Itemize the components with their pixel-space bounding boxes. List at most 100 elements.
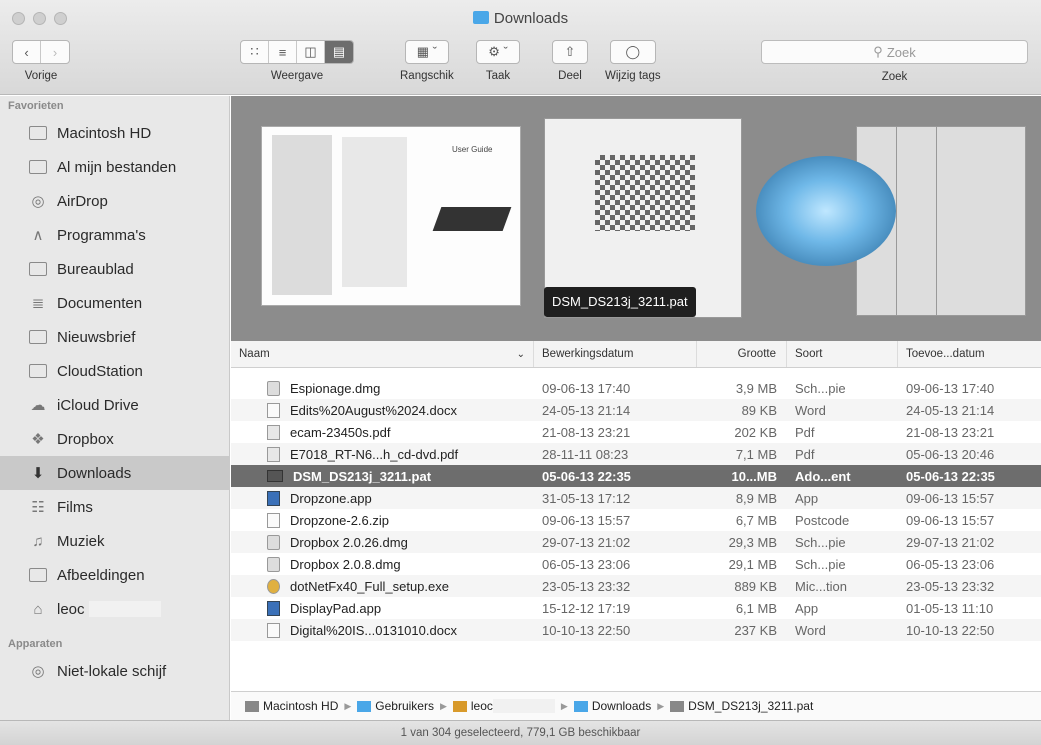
sidebar-item-leoc[interactable]: ⌂ leoc (0, 592, 229, 626)
table-row[interactable]: Dropzone-2.6.zip 09-06-13 15:57 6,7 MB Post… (231, 509, 1041, 531)
list-view-button[interactable]: ≡ (269, 41, 297, 63)
modified-date: 09-06-13 15:57 (542, 512, 631, 528)
table-row[interactable]: E7018_RT-N6...h_cd-dvd.pdf 28-11-11 08:23… (231, 443, 1041, 465)
sidebar-item-label: Dropbox (57, 430, 114, 448)
sidebar-item-icloud-drive[interactable]: ☁ iCloud Drive (0, 388, 229, 422)
sidebar-item-al-mijn-bestanden[interactable]: Al mijn bestanden (0, 150, 229, 184)
file-size: 10...MB (731, 468, 777, 484)
sidebar-item-label: Programma's (57, 226, 146, 244)
path-item[interactable]: Downloads (592, 699, 651, 713)
sidebar-item-label: Macintosh HD (57, 124, 152, 142)
file-size: 7,1 MB (735, 446, 777, 462)
desktop-icon (27, 260, 49, 278)
sidebar-item-niet-lokale-schijf[interactable]: ◎ Niet-lokale schijf (0, 654, 229, 688)
file-kind: Pdf (795, 424, 815, 440)
coverflow-item-user-guide[interactable]: User Guide (261, 126, 521, 306)
sidebar-item-label: Bureaublad (57, 260, 134, 278)
hard-drive-icon (245, 700, 259, 712)
modified-date: 31-05-13 17:12 (542, 490, 631, 506)
path-item[interactable]: DSM_DS213j_3211.pat (688, 699, 813, 713)
pdf-file-icon (267, 424, 280, 440)
sidebar-item-label: Niet-lokale schijf (57, 662, 167, 680)
sidebar-item-label: leoc (57, 600, 85, 618)
file-size: 6,1 MB (735, 600, 777, 616)
path-item[interactable]: Macintosh HD (263, 699, 338, 713)
column-header-date[interactable]: Bewerkingsdatum (534, 341, 697, 367)
added-date: 06-05-13 23:06 (906, 556, 995, 572)
sidebar-item-muziek[interactable]: ♫ Muziek (0, 524, 229, 558)
file-kind: Sch...pie (795, 534, 846, 550)
table-row[interactable]: DSM_DS213j_3211.pat 05-06-13 22:35 10...MB… (231, 465, 1041, 487)
sidebar-item-nieuwsbrief[interactable]: Nieuwsbrief (0, 320, 229, 354)
table-row[interactable]: dotNetFx40_Full_setup.exe 23-05-13 23:32 8… (231, 575, 1041, 597)
sidebar-item-dropbox[interactable]: ❖ Dropbox (0, 422, 229, 456)
app-file-icon (267, 490, 280, 506)
doc-file-icon (267, 622, 280, 638)
tags-button[interactable]: ◯ (611, 41, 655, 63)
file-size: 8,9 MB (735, 490, 777, 506)
column-header-kind[interactable]: Soort (787, 341, 898, 367)
table-row[interactable]: Dropzone.app 31-05-13 17:12 8,9 MB App 09-06… (231, 487, 1041, 509)
back-button[interactable]: ‹ (13, 41, 41, 63)
added-date: 09-06-13 15:57 (906, 512, 995, 528)
sidebar-item-films[interactable]: ☷ Films (0, 490, 229, 524)
table-row[interactable] (231, 368, 1041, 377)
modified-date: 28-11-11 08:23 (542, 446, 629, 462)
table-row[interactable] (231, 641, 1041, 650)
table-row[interactable]: Dropbox 2.0.8.dmg 06-05-13 23:06 29,1 MB Sc… (231, 553, 1041, 575)
gear-icon: ⚙ ˇ (488, 44, 508, 59)
sidebar-item-cloudstation[interactable]: CloudStation (0, 354, 229, 388)
sidebar-item-programma-s[interactable]: ∧ Programma's (0, 218, 229, 252)
file-kind: Word (795, 622, 826, 638)
modified-date: 10-10-13 22:50 (542, 622, 631, 638)
added-date: 01-05-13 11:10 (906, 600, 994, 616)
sidebar-item-downloads[interactable]: ⬇ Downloads (0, 456, 229, 490)
coverflow-view-button[interactable]: ▤ (325, 41, 353, 63)
sidebar-item-label: AirDrop (57, 192, 108, 210)
column-view-button[interactable]: ◫ (297, 41, 325, 63)
column-header-size[interactable]: Grootte (697, 341, 787, 367)
search-label: Zoek (881, 71, 908, 83)
path-item[interactable]: Gebruikers (375, 699, 434, 713)
chevron-right-icon: › (52, 44, 58, 60)
forward-button[interactable]: › (41, 41, 69, 63)
file-kind: Sch...pie (795, 556, 846, 572)
column-header-name[interactable]: Naam ⌄ (231, 341, 534, 367)
sidebar-item-macintosh-hd[interactable]: Macintosh HD (0, 116, 229, 150)
share-group: ⇧ Deel (552, 40, 588, 82)
share-button[interactable]: ⇧ (553, 41, 587, 63)
table-row[interactable]: Dropbox 2.0.26.dmg 29-07-13 21:02 29,3 MB S… (231, 531, 1041, 553)
added-date: 24-05-13 21:14 (906, 402, 995, 418)
path-item[interactable]: leoc (471, 699, 493, 713)
search-input[interactable]: ⚲ Zoek (761, 40, 1028, 64)
dropbox-icon: ❖ (31, 431, 45, 448)
sidebar-item-afbeeldingen[interactable]: Afbeeldingen (0, 558, 229, 592)
file-size: 89 KB (741, 402, 777, 418)
table-row[interactable]: Espionage.dmg 09-06-13 17:40 3,9 MB Sch...p… (231, 377, 1041, 399)
icon-view-button[interactable]: ∷ (241, 41, 269, 63)
chevron-down-icon: ⌄ (516, 348, 525, 360)
added-date: 09-06-13 17:40 (906, 380, 995, 396)
columns-icon: ◫ (304, 44, 317, 59)
coverflow-preview[interactable]: User Guide DSM_DS213j_3211.pat (231, 96, 1041, 341)
table-row[interactable]: Digital%20IS...0131010.docx 10-10-13 22:5… (231, 619, 1041, 641)
table-row[interactable]: ecam-23450s.pdf 21-08-13 23:21 202 KB Pdf 21… (231, 421, 1041, 443)
modified-date: 05-06-13 22:35 (542, 468, 631, 484)
table-row[interactable]: DisplayPad.app 15-12-12 17:19 6,1 MB App 01-… (231, 597, 1041, 619)
table-row[interactable]: Edits%20August%2024.docx 24-05-13 21:14 89… (231, 399, 1041, 421)
file-name: Dropbox 2.0.8.dmg (290, 556, 401, 572)
sidebar-item-airdrop[interactable]: ◎ AirDrop (0, 184, 229, 218)
zip-file-icon (267, 512, 280, 528)
column-header-added[interactable]: Toevoe...datum (898, 341, 1041, 367)
file-size: 29,3 MB (728, 534, 777, 550)
view-label: Weergave (270, 70, 324, 82)
file-kind: App (795, 490, 819, 506)
view-group: ∷ ≡ ◫ ▤ Weergave (240, 40, 354, 82)
sidebar-item-documenten[interactable]: ≣ Documenten (0, 286, 229, 320)
tags-label: Wijzig tags (605, 70, 661, 82)
arrange-button[interactable]: ▦ ˇ (406, 41, 448, 63)
home-icon: ⌂ (33, 600, 43, 618)
coverflow-item-app[interactable] (746, 116, 1041, 326)
sidebar-item-bureaublad[interactable]: Bureaublad (0, 252, 229, 286)
action-button[interactable]: ⚙ ˇ (477, 41, 519, 63)
